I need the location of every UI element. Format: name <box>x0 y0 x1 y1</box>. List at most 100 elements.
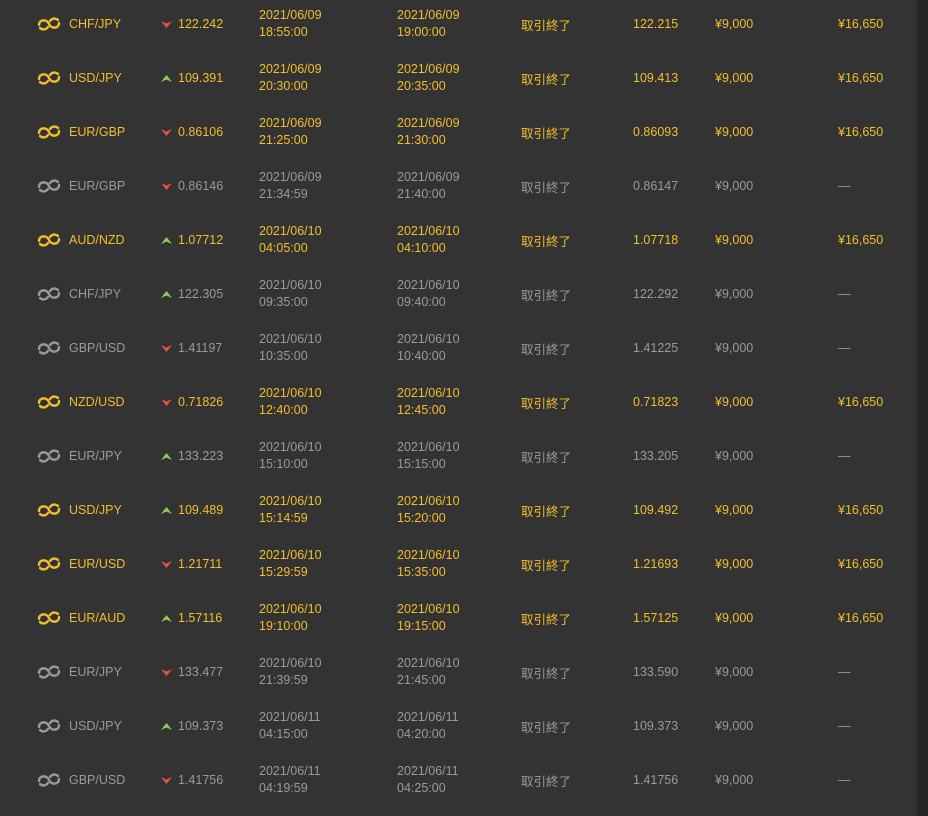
end-time: 2021/06/10 10:40:00 <box>397 321 460 375</box>
trade-status: 取引終了 <box>521 558 572 573</box>
start-time: 2021/06/10 15:29:59 <box>259 537 322 591</box>
end-time-text: 19:00:00 <box>397 25 446 39</box>
start-time: 2021/06/10 21:39:59 <box>259 645 322 699</box>
payout: ¥16,650 <box>838 71 884 85</box>
trade-history-panel: CHF/JPY 122.242 2021/06/09 18:55:00 2021… <box>0 0 917 816</box>
arrow-down-icon <box>161 159 173 213</box>
currency-exchange-icon <box>37 429 61 483</box>
trade-row: CHF/JPY 122.305 2021/06/10 09:35:00 2021… <box>0 267 917 321</box>
trade-status: 取引終了 <box>521 504 572 519</box>
currency-exchange-icon <box>37 0 61 51</box>
end-time: 2021/06/09 19:00:00 <box>397 0 460 51</box>
currency-exchange-icon <box>37 51 61 105</box>
start-time: 2021/06/11 04:19:59 <box>259 753 321 807</box>
currency-exchange-icon <box>37 105 61 159</box>
currency-exchange-icon <box>37 267 61 321</box>
trade-status: 取引終了 <box>521 396 572 411</box>
start-time-text: 15:14:59 <box>259 511 308 525</box>
end-time: 2021/06/09 21:40:00 <box>397 159 460 213</box>
trade-row: EUR/USD 1.21711 2021/06/10 15:29:59 2021… <box>0 537 917 591</box>
end-time-text: 09:40:00 <box>397 295 446 309</box>
purchase-amount: ¥9,000 <box>715 71 754 85</box>
start-date-text: 2021/06/10 <box>259 386 322 400</box>
open-rate: 122.242 <box>178 17 224 31</box>
end-time-text: 04:10:00 <box>397 241 446 255</box>
start-time: 2021/06/10 15:10:00 <box>259 429 322 483</box>
close-rate: 1.57125 <box>633 611 679 625</box>
scrollbar[interactable] <box>917 0 928 816</box>
close-rate: 109.492 <box>633 503 679 517</box>
arrow-down-icon <box>161 375 173 429</box>
currency-pair: EUR/AUD <box>69 611 126 625</box>
start-date-text: 2021/06/10 <box>259 602 322 616</box>
end-date-text: 2021/06/10 <box>397 548 460 562</box>
end-time: 2021/06/11 04:20:00 <box>397 699 459 753</box>
start-time-text: 04:19:59 <box>259 781 308 795</box>
open-rate: 133.223 <box>178 449 224 463</box>
currency-exchange-icon <box>37 591 61 645</box>
currency-exchange-icon <box>37 375 61 429</box>
open-rate: 133.477 <box>178 665 224 679</box>
trade-status: 取引終了 <box>521 72 572 87</box>
end-time: 2021/06/09 21:30:00 <box>397 105 460 159</box>
trade-status: 取引終了 <box>521 774 572 789</box>
close-rate: 109.413 <box>633 71 679 85</box>
start-date-text: 2021/06/10 <box>259 224 322 238</box>
purchase-amount: ¥9,000 <box>715 503 754 517</box>
start-date-text: 2021/06/09 <box>259 116 322 130</box>
end-date-text: 2021/06/10 <box>397 278 460 292</box>
trade-row: EUR/GBP 0.86106 2021/06/09 21:25:00 2021… <box>0 105 917 159</box>
close-rate: 133.590 <box>633 665 679 679</box>
arrow-up-icon <box>161 483 173 537</box>
purchase-amount: ¥9,000 <box>715 449 754 463</box>
currency-pair: GBP/USD <box>69 341 126 355</box>
arrow-down-icon <box>161 537 173 591</box>
currency-pair: GBP/USD <box>69 773 126 787</box>
purchase-amount: ¥9,000 <box>715 773 754 787</box>
arrow-down-icon <box>161 321 173 375</box>
currency-pair: CHF/JPY <box>69 287 122 301</box>
start-time: 2021/06/09 21:25:00 <box>259 105 322 159</box>
currency-pair: CHF/JPY <box>69 17 122 31</box>
end-time: 2021/06/10 15:15:00 <box>397 429 460 483</box>
end-date-text: 2021/06/09 <box>397 116 460 130</box>
start-time-text: 21:25:00 <box>259 133 308 147</box>
start-time-text: 04:15:00 <box>259 727 308 741</box>
start-date-text: 2021/06/09 <box>259 8 322 22</box>
end-time: 2021/06/10 15:35:00 <box>397 537 460 591</box>
end-date-text: 2021/06/10 <box>397 602 460 616</box>
open-rate: 122.305 <box>178 287 224 301</box>
start-date-text: 2021/06/10 <box>259 440 322 454</box>
trade-row: USD/JPY 109.391 2021/06/09 20:30:00 2021… <box>0 51 917 105</box>
arrow-up-icon <box>161 591 173 645</box>
start-time-text: 04:05:00 <box>259 241 308 255</box>
end-date-text: 2021/06/10 <box>397 386 460 400</box>
currency-exchange-icon <box>37 699 61 753</box>
start-time: 2021/06/09 21:34:59 <box>259 159 322 213</box>
end-time-text: 15:15:00 <box>397 457 446 471</box>
payout: ¥16,650 <box>838 611 884 625</box>
arrow-up-icon <box>161 267 173 321</box>
start-date-text: 2021/06/10 <box>259 494 322 508</box>
trade-row: EUR/JPY 133.223 2021/06/10 15:10:00 2021… <box>0 429 917 483</box>
payout: ¥16,650 <box>838 557 884 571</box>
end-date-text: 2021/06/10 <box>397 440 460 454</box>
purchase-amount: ¥9,000 <box>715 125 754 139</box>
start-date-text: 2021/06/10 <box>259 278 322 292</box>
end-date-text: 2021/06/09 <box>397 170 460 184</box>
close-rate: 0.86147 <box>633 179 679 193</box>
end-time: 2021/06/10 04:10:00 <box>397 213 460 267</box>
purchase-amount: ¥9,000 <box>715 611 754 625</box>
start-time-text: 19:10:00 <box>259 619 308 633</box>
close-rate: 0.86093 <box>633 125 679 139</box>
payout: ¥16,650 <box>838 233 884 247</box>
purchase-amount: ¥9,000 <box>715 17 754 31</box>
currency-pair: USD/JPY <box>69 71 122 85</box>
payout: ¥16,650 <box>838 125 884 139</box>
trade-row: USD/JPY 109.489 2021/06/10 15:14:59 2021… <box>0 483 917 537</box>
open-rate: 1.21711 <box>178 557 223 571</box>
trade-row: AUD/NZD 1.07712 2021/06/10 04:05:00 2021… <box>0 213 917 267</box>
end-time: 2021/06/10 15:20:00 <box>397 483 460 537</box>
trade-row: NZD/USD 0.71826 2021/06/10 12:40:00 2021… <box>0 375 917 429</box>
currency-pair: EUR/GBP <box>69 125 126 139</box>
